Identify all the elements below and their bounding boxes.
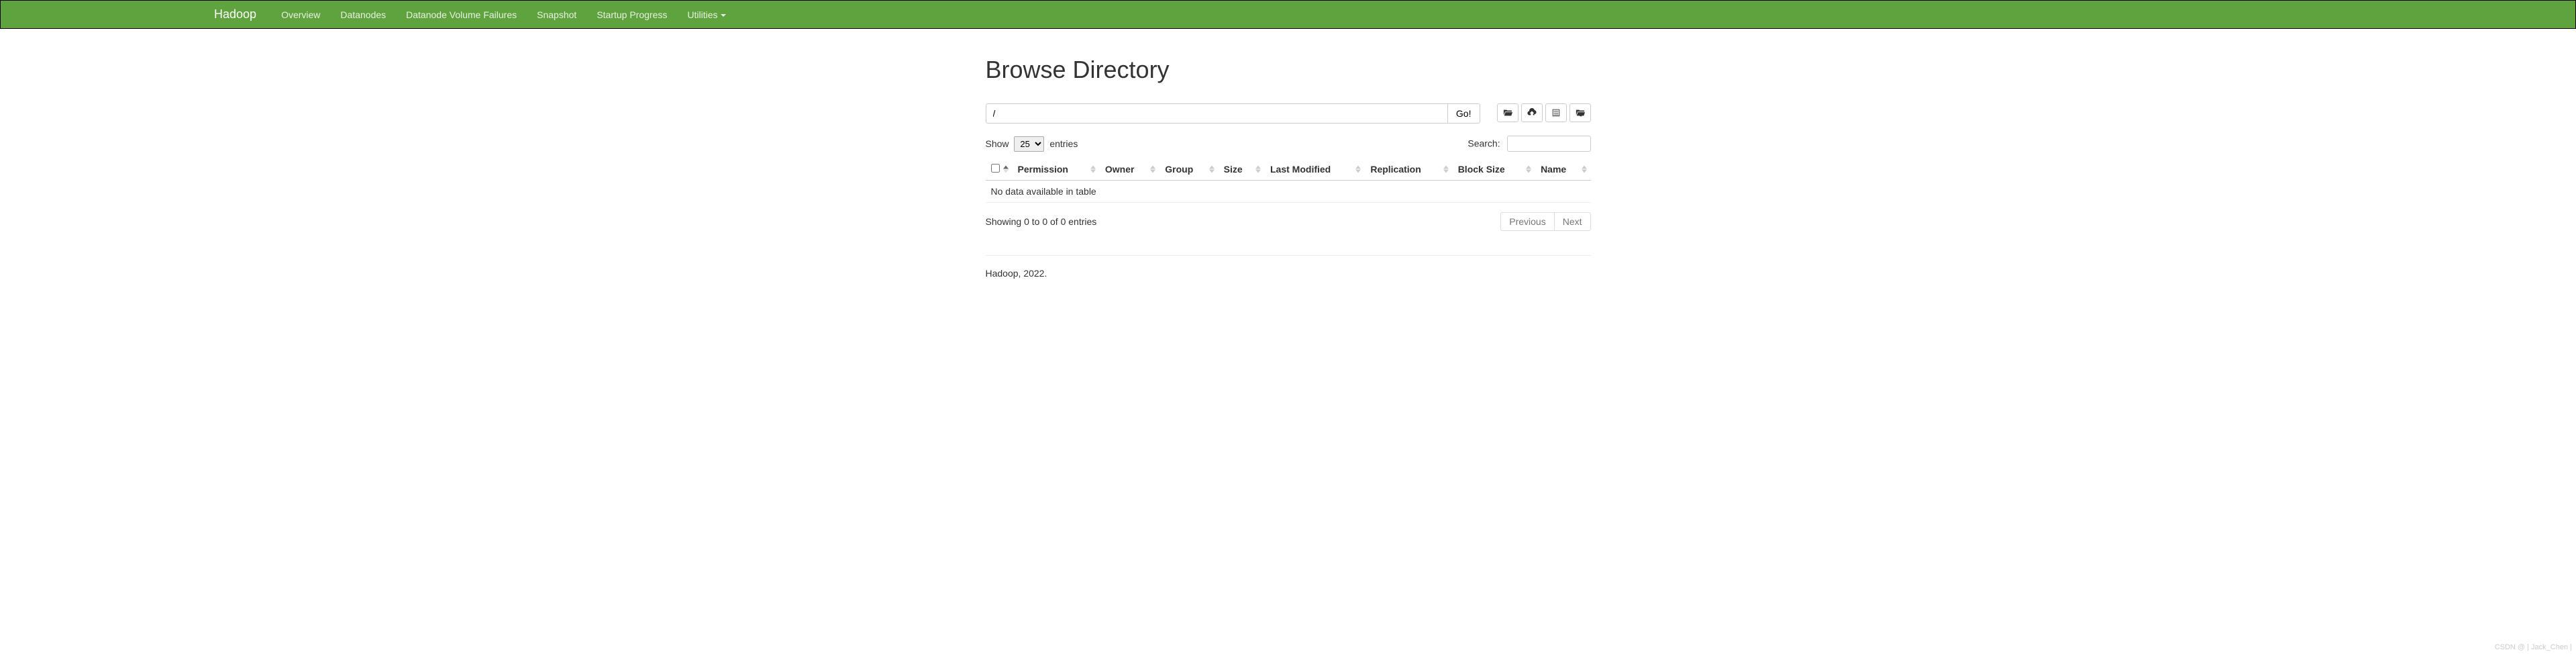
sort-icon: [1150, 166, 1155, 173]
watermark: CSDN @ | Jack_Chen |: [2495, 643, 2572, 651]
sort-icon: [1443, 166, 1449, 173]
search-label: Search:: [1467, 138, 1500, 149]
table-info: Showing 0 to 0 of 0 entries: [986, 216, 1097, 227]
nav-startup-progress[interactable]: Startup Progress: [597, 9, 667, 20]
navbar-nav: Overview Datanodes Datanode Volume Failu…: [271, 1, 735, 28]
sort-icon: [1090, 166, 1096, 173]
go-button[interactable]: Go!: [1447, 103, 1480, 124]
navbar-brand[interactable]: Hadoop: [214, 7, 271, 21]
file-table: Permission Owner Group Size Last Modifie…: [986, 158, 1591, 203]
caret-down-icon: [721, 14, 726, 17]
pagination: Previous Next: [1500, 212, 1590, 231]
table-controls-top: Show 25 entries Search:: [986, 136, 1591, 152]
main-container: Browse Directory Go! Show: [976, 29, 1601, 279]
th-last-modified[interactable]: Last Modified: [1265, 158, 1365, 181]
footer-text: Hadoop, 2022.: [986, 268, 1591, 279]
page-header: Browse Directory: [986, 29, 1591, 90]
nav-overview[interactable]: Overview: [281, 9, 320, 20]
sort-icon: [1355, 166, 1361, 173]
entries-label: entries: [1049, 138, 1078, 149]
toolbar-buttons: [1497, 103, 1591, 122]
nav-snapshot[interactable]: Snapshot: [537, 9, 576, 20]
sort-icon: [1255, 166, 1261, 173]
new-directory-button[interactable]: [1545, 103, 1567, 122]
page-title: Browse Directory: [986, 56, 1591, 84]
table-controls-bottom: Showing 0 to 0 of 0 entries Previous Nex…: [986, 212, 1591, 231]
nav-datanode-volume-failures[interactable]: Datanode Volume Failures: [406, 9, 517, 20]
sort-icon: [1209, 166, 1215, 173]
sort-icon: [1003, 166, 1009, 173]
th-group[interactable]: Group: [1160, 158, 1218, 181]
th-size[interactable]: Size: [1219, 158, 1265, 181]
path-input-group: Go!: [986, 103, 1480, 124]
th-permission[interactable]: Permission: [1013, 158, 1100, 181]
th-name[interactable]: Name: [1535, 158, 1590, 181]
cut-button[interactable]: [1569, 103, 1591, 122]
next-button[interactable]: Next: [1554, 212, 1591, 231]
sort-icon: [1526, 166, 1531, 173]
table-header-row: Permission Owner Group Size Last Modifie…: [986, 158, 1591, 181]
show-label: Show: [986, 138, 1009, 149]
folder-cut-icon: [1576, 108, 1585, 118]
folder-open-icon: [1503, 108, 1512, 118]
th-replication[interactable]: Replication: [1365, 158, 1452, 181]
previous-button[interactable]: Previous: [1500, 212, 1553, 231]
upload-icon: [1527, 108, 1537, 118]
upload-button[interactable]: [1521, 103, 1543, 122]
select-all-checkbox[interactable]: [991, 164, 1000, 173]
th-checkbox: [986, 158, 1013, 181]
list-icon: [1551, 108, 1561, 118]
th-owner[interactable]: Owner: [1100, 158, 1160, 181]
search-input[interactable]: [1507, 136, 1591, 152]
footer-divider: [986, 255, 1591, 256]
toolbar: Go!: [986, 103, 1591, 132]
sort-icon: [1582, 166, 1587, 173]
empty-message: No data available in table: [986, 181, 1591, 203]
path-input[interactable]: [986, 103, 1447, 124]
search-control: Search:: [1467, 136, 1590, 152]
table-empty-row: No data available in table: [986, 181, 1591, 203]
th-block-size[interactable]: Block Size: [1453, 158, 1535, 181]
navbar: Hadoop Overview Datanodes Datanode Volum…: [0, 0, 2576, 29]
nav-datanodes[interactable]: Datanodes: [340, 9, 386, 20]
nav-utilities[interactable]: Utilities: [687, 9, 725, 20]
length-select[interactable]: 25: [1014, 136, 1044, 152]
length-control: Show 25 entries: [986, 136, 1078, 152]
parent-directory-button[interactable]: [1497, 103, 1518, 122]
